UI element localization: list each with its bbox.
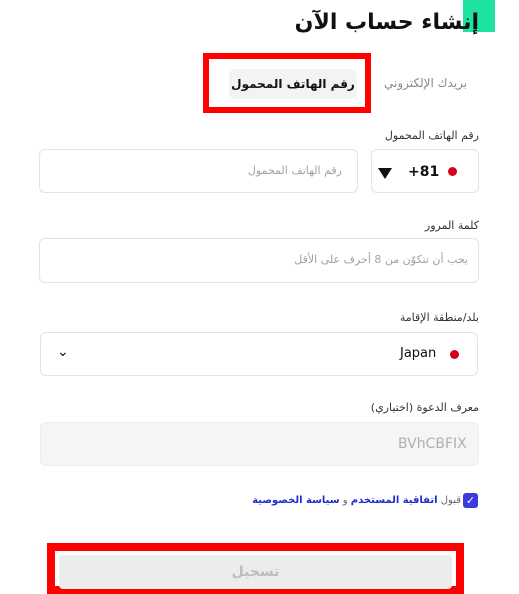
country-code-value: +81 bbox=[408, 164, 440, 180]
agreement-conjunction: و bbox=[342, 495, 348, 506]
tab-email[interactable]: بريدك الإلكتروني bbox=[384, 76, 467, 90]
agreement-prefix: قبول bbox=[440, 495, 461, 506]
residence-select[interactable]: Japan ⌄ bbox=[40, 332, 478, 376]
signup-button[interactable]: تسجيل bbox=[59, 555, 452, 589]
invite-label: معرف الدعوة (اختياري) bbox=[370, 401, 479, 414]
phone-placeholder: رقم الهاتف المحمول bbox=[247, 164, 342, 177]
terms-link[interactable]: اتفاقية المستخدم bbox=[351, 495, 438, 506]
chevron-down-icon: ⌄ bbox=[57, 344, 69, 360]
agreement-text: قبول اتفاقية المستخدم و سياسة الخصوصية bbox=[252, 495, 461, 506]
password-input[interactable]: يجب أن تتكوّن من 8 أحرف على الأقل bbox=[39, 238, 479, 283]
phone-label: رقم الهاتف المحمول bbox=[384, 129, 479, 142]
page-title: إنشاء حساب الآن bbox=[294, 10, 479, 35]
password-label: كلمة المرور bbox=[424, 219, 479, 232]
country-code-select[interactable]: +81 bbox=[371, 149, 479, 193]
residence-value: Japan bbox=[400, 346, 437, 361]
residence-label: بلد/منطقة الإقامة bbox=[399, 311, 479, 324]
tab-phone[interactable]: رقم الهاتف المحمول bbox=[229, 69, 357, 99]
phone-input[interactable]: رقم الهاتف المحمول bbox=[39, 149, 358, 193]
japan-flag-icon bbox=[448, 167, 457, 176]
agreement-checkbox[interactable]: ✓ bbox=[463, 493, 478, 508]
password-placeholder: يجب أن تتكوّن من 8 أحرف على الأقل bbox=[294, 253, 468, 266]
invite-value: BVhCBFIX bbox=[398, 436, 467, 452]
invite-input[interactable]: BVhCBFIX bbox=[40, 422, 479, 466]
japan-flag-icon bbox=[450, 350, 459, 359]
triangle-down-icon bbox=[378, 168, 392, 179]
privacy-link[interactable]: سياسة الخصوصية bbox=[252, 495, 339, 506]
checkmark-icon: ✓ bbox=[465, 494, 476, 507]
